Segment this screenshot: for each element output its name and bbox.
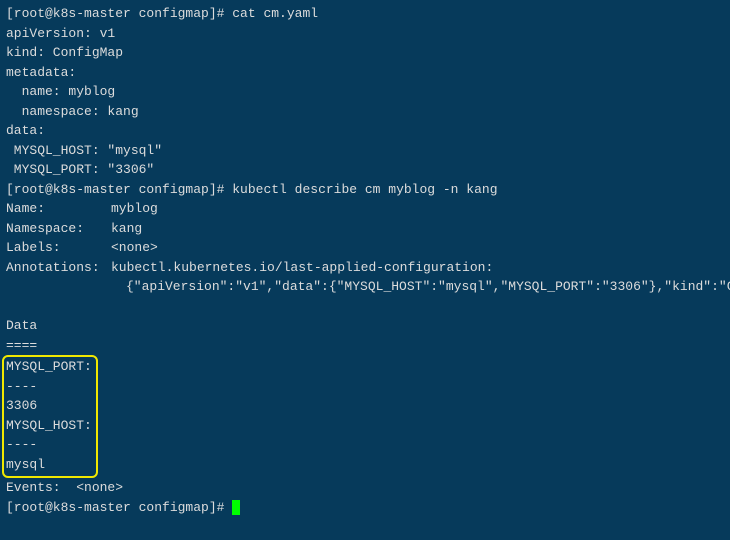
yaml-line: apiVersion: v1 xyxy=(6,24,724,44)
command-text: kubectl describe cm myblog -n kang xyxy=(232,182,497,197)
shell-prompt: [root@k8s-master configmap]# xyxy=(6,6,232,21)
yaml-line: data: xyxy=(6,121,724,141)
command-line: [root@k8s-master configmap]# kubectl des… xyxy=(6,180,724,200)
annotation-json: {"apiVersion":"v1","data":{"MYSQL_HOST":… xyxy=(126,279,730,294)
field-label: Namespace: xyxy=(6,219,111,239)
field-value: <none> xyxy=(111,240,158,255)
field-value: myblog xyxy=(111,201,158,216)
yaml-line: kind: ConfigMap xyxy=(6,43,724,63)
events-line: Events: <none> xyxy=(6,478,724,498)
describe-row: Namespace:kang xyxy=(6,219,724,239)
field-label: Annotations: xyxy=(6,258,111,278)
data-separator: ==== xyxy=(6,336,724,356)
data-key: MYSQL_PORT: xyxy=(6,357,92,377)
field-value: kang xyxy=(111,221,142,236)
yaml-line: metadata: xyxy=(6,63,724,83)
yaml-line: namespace: kang xyxy=(6,102,724,122)
field-label: Labels: xyxy=(6,238,111,258)
terminal-output[interactable]: [root@k8s-master configmap]# cat cm.yaml… xyxy=(6,4,724,517)
describe-row: Labels:<none> xyxy=(6,238,724,258)
shell-prompt: [root@k8s-master configmap]# xyxy=(6,500,232,515)
data-dash: ---- xyxy=(6,377,92,397)
cursor-icon xyxy=(232,500,240,515)
describe-row: Annotations:kubectl.kubernetes.io/last-a… xyxy=(6,258,724,278)
yaml-line: MYSQL_HOST: "mysql" xyxy=(6,141,724,161)
highlighted-data-section: MYSQL_PORT: ---- 3306 MYSQL_HOST: ---- m… xyxy=(2,355,98,478)
field-value: kubectl.kubernetes.io/last-applied-confi… xyxy=(111,260,493,275)
shell-prompt: [root@k8s-master configmap]# xyxy=(6,182,232,197)
blank-line xyxy=(6,297,724,317)
command-text: cat cm.yaml xyxy=(232,6,318,21)
data-value: 3306 xyxy=(6,396,92,416)
data-key: MYSQL_HOST: xyxy=(6,416,92,436)
data-dash: ---- xyxy=(6,435,92,455)
yaml-line: MYSQL_PORT: "3306" xyxy=(6,160,724,180)
command-line: [root@k8s-master configmap]# cat cm.yaml xyxy=(6,4,724,24)
field-label: Name: xyxy=(6,199,111,219)
describe-row: Name:myblog xyxy=(6,199,724,219)
yaml-line: name: myblog xyxy=(6,82,724,102)
command-line: [root@k8s-master configmap]# xyxy=(6,498,724,518)
data-header: Data xyxy=(6,316,724,336)
describe-row: {"apiVersion":"v1","data":{"MYSQL_HOST":… xyxy=(6,277,724,297)
data-value: mysql xyxy=(6,455,92,475)
